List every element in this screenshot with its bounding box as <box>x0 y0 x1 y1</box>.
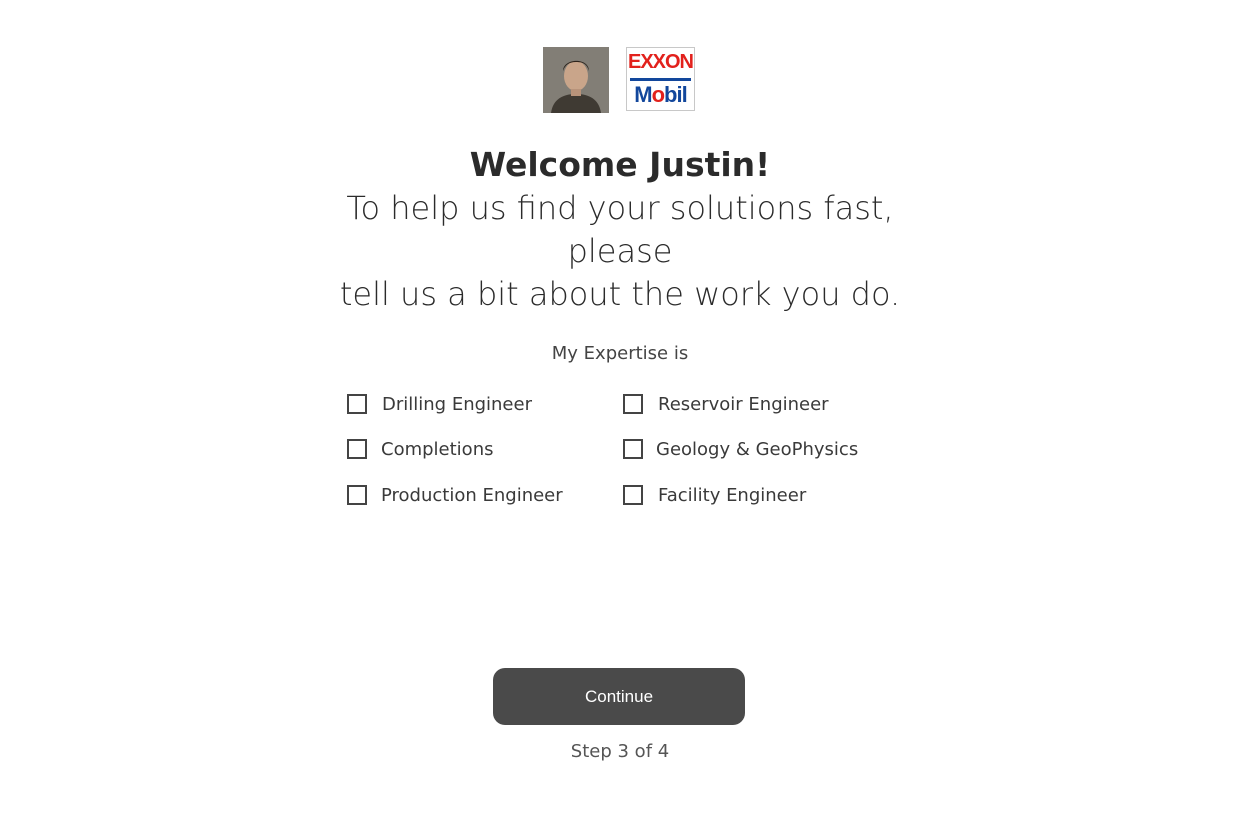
user-avatar <box>543 47 609 113</box>
welcome-heading: Welcome Justin! <box>469 145 771 184</box>
intro-line-2: tell us a bit about the work you do. <box>339 275 901 313</box>
checkbox[interactable] <box>623 439 643 459</box>
step-indicator: Step 3 of 4 <box>570 741 670 762</box>
option-drilling-engineer[interactable]: Drilling Engineer <box>347 392 532 416</box>
option-label: Facility Engineer <box>658 484 807 506</box>
checkbox[interactable] <box>623 394 643 414</box>
option-label: Reservoir Engineer <box>658 393 829 415</box>
checkbox[interactable] <box>347 485 367 505</box>
exxonmobil-logo: EXXON Mobil <box>626 47 695 111</box>
user-photo-icon <box>543 47 609 113</box>
option-production-engineer[interactable]: Production Engineer <box>347 483 563 507</box>
continue-button[interactable]: Continue <box>493 668 745 725</box>
option-facility-engineer[interactable]: Facility Engineer <box>623 483 806 507</box>
intro-line-1: To help us find your solutions fast, ple… <box>346 189 894 270</box>
option-completions[interactable]: Completions <box>347 437 493 461</box>
option-label: Geology & GeoPhysics <box>656 438 859 460</box>
checkbox[interactable] <box>347 394 367 414</box>
checkbox[interactable] <box>623 485 643 505</box>
option-label: Production Engineer <box>381 484 563 506</box>
logo-top-text: EXXON <box>627 51 694 73</box>
intro-text: To help us find your solutions fast, ple… <box>310 187 930 316</box>
logo-bottom-text: Mobil <box>634 82 687 107</box>
option-reservoir-engineer[interactable]: Reservoir Engineer <box>623 392 829 416</box>
logo-divider <box>630 78 691 81</box>
option-geology-geophysics[interactable]: Geology & GeoPhysics <box>623 437 858 461</box>
option-label: Drilling Engineer <box>382 393 532 415</box>
expertise-label: My Expertise is <box>551 343 689 364</box>
onboarding-page: EXXON Mobil Welcome Justin! To help us f… <box>0 0 1240 830</box>
checkbox[interactable] <box>347 439 367 459</box>
option-label: Completions <box>381 438 494 460</box>
